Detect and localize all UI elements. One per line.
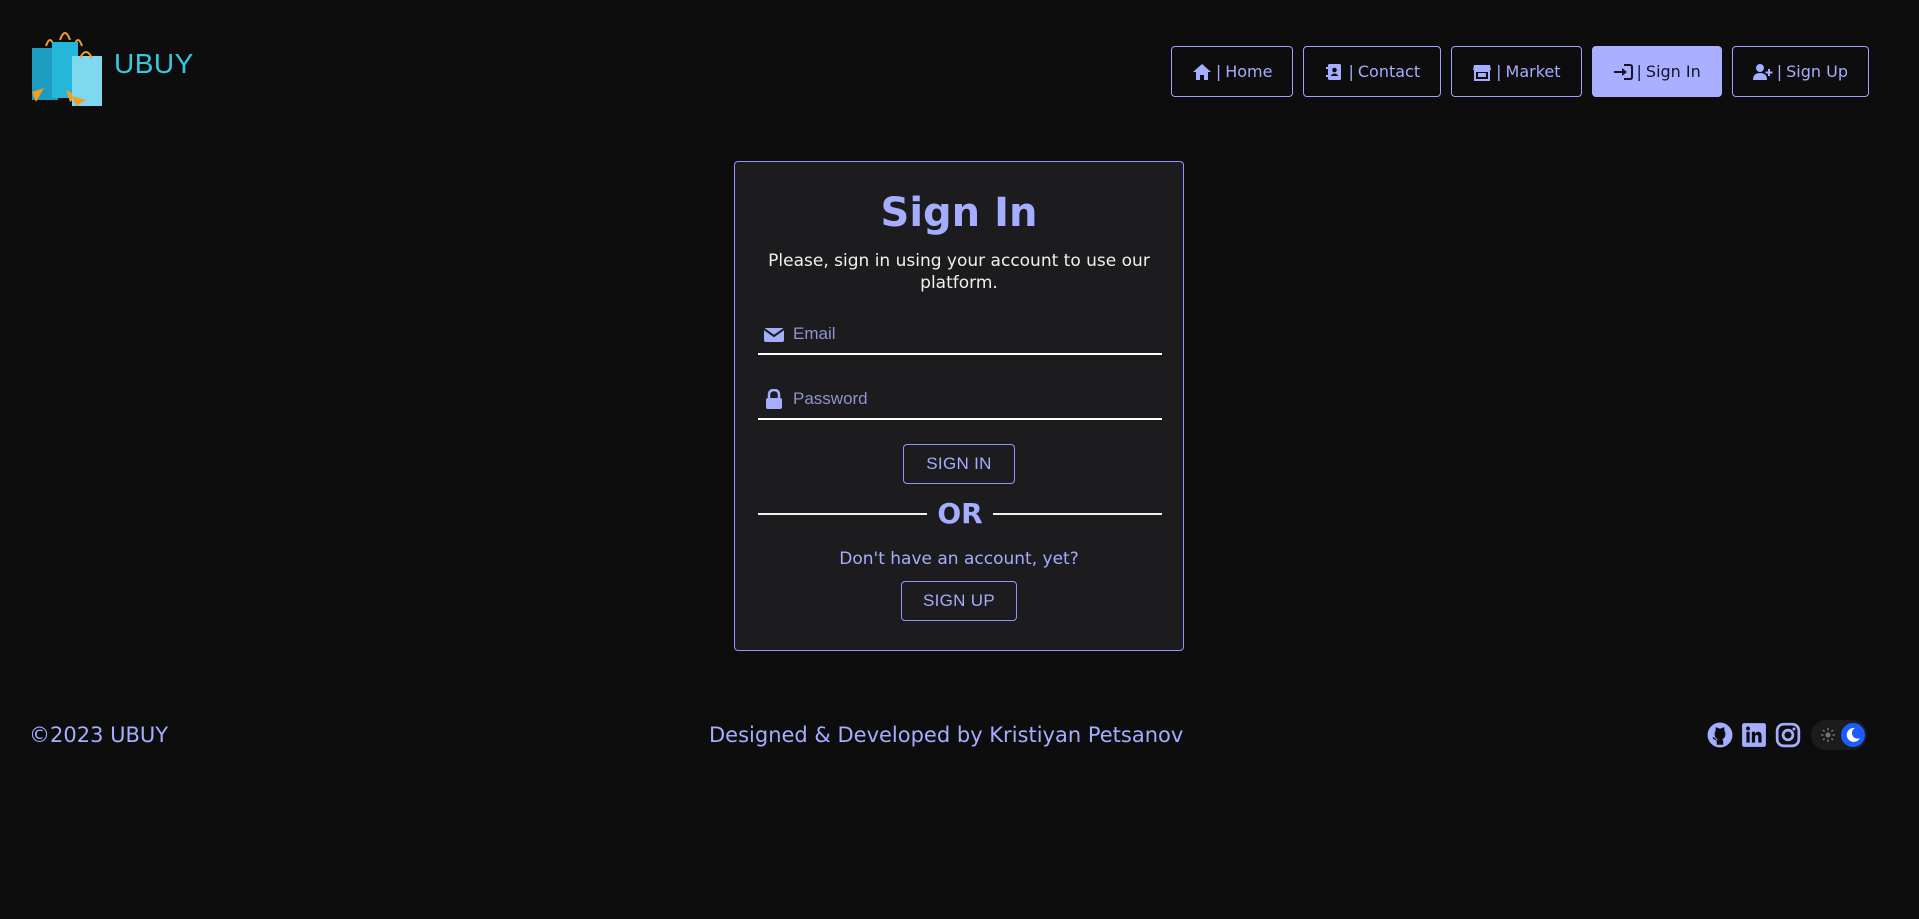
email-field bbox=[758, 315, 1162, 355]
nav-separator: | bbox=[1496, 62, 1502, 81]
envelope-icon bbox=[763, 328, 785, 342]
nav-separator: | bbox=[1776, 62, 1783, 81]
user-plus-icon bbox=[1752, 63, 1773, 80]
nav-contact-label: Contact bbox=[1357, 62, 1421, 81]
main-nav: | Home | Contact | Market | Sign In | Si… bbox=[1170, 46, 1869, 97]
moon-icon bbox=[1846, 727, 1860, 742]
signin-card: Sign In Please, sign in using your accou… bbox=[734, 161, 1184, 651]
or-text: OR bbox=[937, 497, 983, 530]
github-icon[interactable] bbox=[1707, 722, 1733, 748]
password-input[interactable] bbox=[791, 388, 1151, 410]
divider-line-right bbox=[992, 512, 1162, 515]
divider-line-left bbox=[758, 512, 928, 515]
or-divider: OR bbox=[758, 497, 1162, 530]
store-icon bbox=[1473, 64, 1492, 81]
theme-toggle[interactable] bbox=[1811, 720, 1867, 750]
footer-copyright: ©2023 UBUY bbox=[29, 723, 169, 747]
nav-market-button[interactable]: | Market bbox=[1451, 46, 1582, 97]
toggle-knob bbox=[1841, 723, 1865, 747]
nav-signup-label: Sign Up bbox=[1786, 62, 1848, 81]
sun-icon bbox=[1821, 728, 1835, 742]
brand-name: UBUY bbox=[114, 48, 194, 79]
signin-submit-button[interactable]: SIGN IN bbox=[903, 444, 1015, 484]
signin-title: Sign In bbox=[880, 190, 1038, 236]
nav-home-button[interactable]: | Home bbox=[1170, 46, 1294, 97]
brand-logo[interactable]: UBUY bbox=[30, 32, 194, 106]
signup-button[interactable]: SIGN UP bbox=[901, 581, 1017, 621]
sign-in-icon bbox=[1613, 63, 1633, 80]
nav-signin-label: Sign In bbox=[1645, 62, 1701, 81]
nav-signup-button[interactable]: | Sign Up bbox=[1731, 46, 1869, 97]
lock-icon bbox=[766, 389, 782, 409]
nav-signin-button[interactable]: | Sign In bbox=[1591, 46, 1722, 97]
signin-subtitle: Please, sign in using your account to us… bbox=[768, 251, 1150, 293]
email-input[interactable] bbox=[791, 323, 1151, 345]
instagram-icon[interactable] bbox=[1775, 722, 1801, 748]
linkedin-icon[interactable] bbox=[1741, 722, 1767, 748]
no-account-text: Don't have an account, yet? bbox=[839, 549, 1079, 569]
contact-book-icon bbox=[1326, 63, 1342, 80]
nav-contact-button[interactable]: | Contact bbox=[1303, 46, 1442, 97]
footer-credit: Designed & Developed by Kristiyan Petsan… bbox=[709, 723, 1184, 747]
nav-separator: | bbox=[1348, 62, 1354, 81]
footer-social-links bbox=[1707, 720, 1867, 750]
nav-separator: | bbox=[1215, 62, 1222, 81]
nav-home-label: Home bbox=[1225, 62, 1273, 81]
nav-separator: | bbox=[1636, 62, 1642, 81]
password-field bbox=[758, 380, 1162, 420]
nav-market-label: Market bbox=[1505, 62, 1561, 81]
shopping-bags-icon bbox=[32, 32, 102, 106]
home-icon bbox=[1192, 63, 1211, 80]
